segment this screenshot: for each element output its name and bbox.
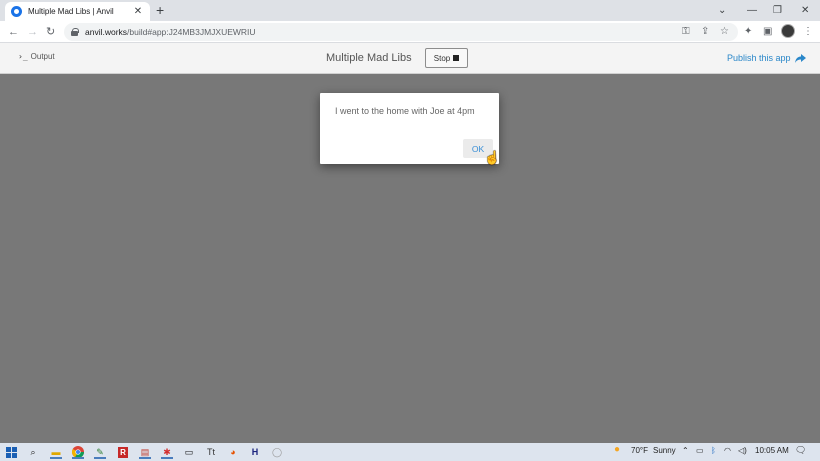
wifi-icon[interactable]: ◠ (724, 446, 731, 455)
more-menu-icon[interactable]: ⋮ (803, 24, 813, 40)
tab-search-dropdown-icon[interactable]: ⌄ (718, 0, 726, 21)
lock-icon (71, 28, 79, 36)
browser-tab-strip: Multiple Mad Libs | Anvil ✕ + ⌄ — ❐ ✕ (0, 0, 820, 21)
windows-start-icon[interactable] (4, 445, 18, 459)
terminal-app-icon[interactable]: ▭ (182, 445, 196, 459)
terminal-icon: ›_ (18, 52, 28, 61)
volume-icon[interactable]: ◁) (738, 446, 747, 455)
url-text: anvil.works/build#app:J24MB3JMJXUEWRIU (85, 27, 256, 37)
notifications-icon[interactable]: 🗨 (795, 445, 806, 456)
forward-arrow-icon[interactable]: → (27, 24, 38, 40)
chrome-icon[interactable] (71, 445, 85, 459)
minimize-button[interactable]: — (747, 0, 757, 21)
new-tab-button[interactable]: + (156, 2, 164, 19)
app-header: ›_ Output Multiple Mad Libs Stop Publish… (0, 43, 820, 74)
bluetooth-icon[interactable]: ᛒ (711, 446, 716, 455)
battery-icon[interactable]: ▭ (696, 446, 704, 455)
alert-dialog: I went to the home with Joe at 4pm OK (320, 93, 499, 164)
sun-weather-icon[interactable]: ● (614, 444, 620, 455)
search-icon[interactable]: ⌕ (26, 445, 40, 459)
tray-chevron-icon[interactable]: ⌃ (682, 446, 689, 455)
h-app-icon[interactable]: H (248, 445, 262, 459)
back-arrow-icon[interactable]: ← (8, 24, 19, 40)
notepad-icon[interactable]: ✎ (93, 445, 107, 459)
address-bar[interactable]: anvil.works/build#app:J24MB3JMJXUEWRIU (64, 23, 738, 41)
red-r-app-icon[interactable]: R (116, 445, 130, 459)
file-explorer-icon[interactable]: ▬ (49, 445, 63, 459)
stop-label: Stop (433, 53, 451, 63)
text-app-icon[interactable]: Tt (204, 445, 218, 459)
browser-toolbar: ← → ↻ anvil.works/build#app:J24MB3JMJXUE… (0, 21, 820, 43)
circle-app-icon[interactable]: ◯ (270, 445, 284, 459)
tab-close-icon[interactable]: ✕ (132, 6, 144, 17)
tab-title: Multiple Mad Libs | Anvil (28, 7, 114, 16)
extensions-puzzle-icon[interactable]: ✦ (744, 24, 752, 40)
share-icon[interactable]: ⇪ (701, 24, 709, 40)
close-window-button[interactable]: ✕ (801, 0, 809, 21)
windows-taskbar: ⌕ ▬ ✎ R ▤ ✱ ▭ Tt ◕ H ◯ ● 70°F Sunny ⌃ ▭ … (0, 443, 820, 461)
document-app-icon[interactable]: ▤ (138, 445, 152, 459)
firefox-icon[interactable]: ◕ (226, 445, 240, 459)
profile-avatar[interactable] (781, 24, 795, 38)
browser-tab[interactable]: Multiple Mad Libs | Anvil ✕ (5, 2, 150, 21)
bookmark-star-icon[interactable]: ☆ (720, 24, 729, 40)
dialog-message: I went to the home with Joe at 4pm (335, 106, 475, 116)
output-label: Output (30, 52, 55, 61)
stop-button[interactable]: Stop (425, 48, 468, 68)
hand-cursor-icon: ☝ (484, 150, 501, 165)
side-panel-icon[interactable]: ▣ (763, 24, 772, 40)
snip-tool-icon[interactable]: ✱ (160, 445, 174, 459)
publish-label: Publish this app (727, 53, 791, 63)
weather-temp[interactable]: 70°F (631, 446, 648, 455)
weather-desc[interactable]: Sunny (653, 446, 676, 455)
app-title: Multiple Mad Libs (326, 52, 412, 64)
key-icon[interactable]: ⚿ (682, 24, 690, 40)
stop-square-icon (453, 55, 460, 61)
restore-button[interactable]: ❐ (773, 0, 782, 21)
publish-app-link[interactable]: Publish this app (727, 53, 806, 63)
clock-time[interactable]: 10:05 AM (755, 446, 789, 455)
output-button[interactable]: ›_ Output (18, 52, 55, 61)
anvil-favicon-icon (11, 6, 22, 17)
reload-icon[interactable]: ↻ (46, 24, 55, 40)
share-arrow-icon (794, 53, 806, 63)
